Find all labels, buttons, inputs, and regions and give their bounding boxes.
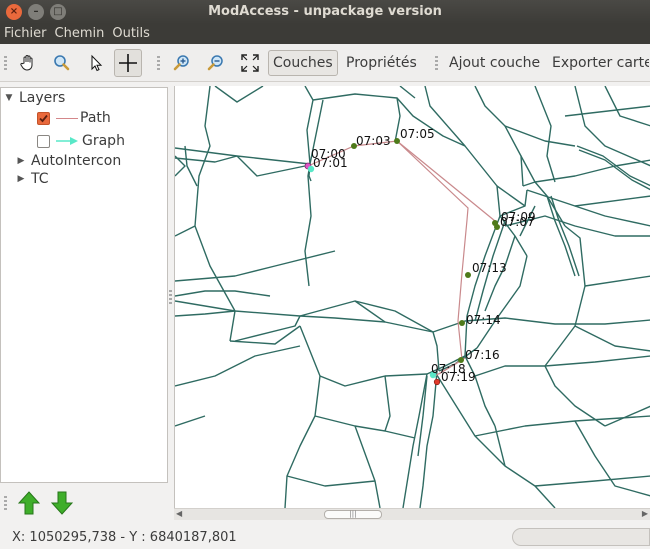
- select-arrow-icon: [91, 54, 103, 72]
- zoom-in-button[interactable]: [168, 49, 196, 77]
- layer-tree-panel: ▼ Layers Path Graph ▶ AutoIntercon ▶ TC: [0, 87, 168, 483]
- layer-group-tc[interactable]: ▶ TC: [15, 169, 49, 189]
- graph-legend-arrow-icon: [56, 137, 78, 145]
- layer-label: Graph: [82, 133, 125, 149]
- move-layer-down-icon[interactable]: [51, 491, 73, 515]
- scroll-right-icon[interactable]: ▶: [642, 509, 648, 518]
- map-svg[interactable]: 07:00 07:01 07:03 07:05 07:09 07:07 07:1…: [175, 86, 650, 508]
- proprietes-button[interactable]: Propriétés: [341, 50, 422, 76]
- menu-bar: Fichier Chemin Outils: [0, 24, 650, 44]
- toolbar-grip[interactable]: [157, 56, 160, 70]
- scrollbar-thumb[interactable]: |||: [324, 510, 382, 519]
- tree-root-layers[interactable]: ▼ Layers: [3, 88, 66, 108]
- stop-label: 07:03: [356, 134, 391, 148]
- stop-label: 07:01: [313, 156, 348, 170]
- title-bar: × – □ ModAccess - unpackage version: [0, 0, 650, 24]
- hand-pan-icon: [20, 55, 33, 71]
- layer-order-bar: [0, 486, 170, 518]
- tree-label: AutoIntercon: [31, 153, 122, 169]
- scroll-left-icon[interactable]: ◀: [176, 509, 182, 518]
- menu-fichier[interactable]: Fichier: [0, 24, 51, 44]
- collapse-arrow-icon[interactable]: ▼: [3, 93, 15, 103]
- path-legend-symbol: [56, 117, 78, 119]
- crosshair-tool-button[interactable]: [114, 49, 142, 77]
- stop-label: 07:16: [465, 348, 500, 362]
- stop-label: 07:14: [466, 313, 501, 327]
- map-canvas[interactable]: 07:00 07:01 07:03 07:05 07:09 07:07 07:1…: [174, 86, 650, 508]
- zoom-area-button[interactable]: [48, 49, 76, 77]
- layer-item-path[interactable]: Path: [37, 108, 111, 128]
- menu-outils[interactable]: Outils: [108, 24, 154, 44]
- toolbar-grip[interactable]: [435, 56, 438, 70]
- stop-label: 07:05: [400, 127, 435, 141]
- ajout-couche-button[interactable]: Ajout couche: [444, 50, 545, 76]
- checkmark-icon: [39, 114, 48, 122]
- layer-visibility-checkbox[interactable]: [37, 111, 50, 125]
- menu-chemin[interactable]: Chemin: [51, 24, 109, 44]
- move-layer-up-icon[interactable]: [18, 491, 40, 515]
- toolbar-grip[interactable]: [4, 496, 7, 510]
- stop-label: 07:13: [472, 261, 507, 275]
- cursor-coordinates: X: 1050295,738 - Y : 6840187,801: [12, 530, 237, 545]
- stop-marker[interactable]: [465, 272, 471, 278]
- destination-marker[interactable]: [433, 378, 441, 386]
- zoom-out-button[interactable]: [202, 49, 230, 77]
- tree-label: TC: [31, 171, 49, 187]
- zoom-out-icon: [207, 55, 223, 71]
- layer-label: Path: [80, 110, 111, 126]
- road-network: [175, 86, 650, 508]
- stop-label: 07:07: [500, 215, 535, 229]
- zoom-extent-button[interactable]: [236, 49, 264, 77]
- expand-arrow-icon[interactable]: ▶: [15, 174, 27, 184]
- toolbar-grip[interactable]: [4, 56, 7, 70]
- expand-arrow-icon[interactable]: ▶: [15, 156, 27, 166]
- stop-label: 07:19: [441, 370, 476, 384]
- pan-tool-button[interactable]: [14, 49, 42, 77]
- toolbar: Couches Propriétés Ajout couche Exporter…: [0, 44, 650, 82]
- panel-splitter[interactable]: [169, 290, 172, 304]
- window-title: ModAccess - unpackage version: [208, 4, 442, 19]
- tree-label: Layers: [19, 90, 66, 106]
- zoom-extent-icon: [241, 54, 259, 72]
- zoom-area-icon: [54, 55, 70, 71]
- path-layer: [307, 140, 496, 377]
- zoom-in-icon: [173, 55, 189, 71]
- stop-marker[interactable]: [459, 320, 465, 326]
- layer-item-graph[interactable]: Graph: [37, 131, 125, 151]
- layer-visibility-checkbox[interactable]: [37, 134, 50, 148]
- select-button[interactable]: [82, 49, 110, 77]
- couches-button[interactable]: Couches: [268, 50, 338, 76]
- map-horizontal-scrollbar[interactable]: ◀ ||| ▶: [174, 508, 650, 520]
- crosshair-icon: [119, 54, 137, 72]
- status-bar: X: 1050295,738 - Y : 6840187,801: [0, 524, 650, 549]
- progress-bar: [512, 528, 650, 546]
- layer-group-autointercon[interactable]: ▶ AutoIntercon: [15, 151, 122, 171]
- exporter-carte-button[interactable]: Exporter carte: [547, 50, 650, 76]
